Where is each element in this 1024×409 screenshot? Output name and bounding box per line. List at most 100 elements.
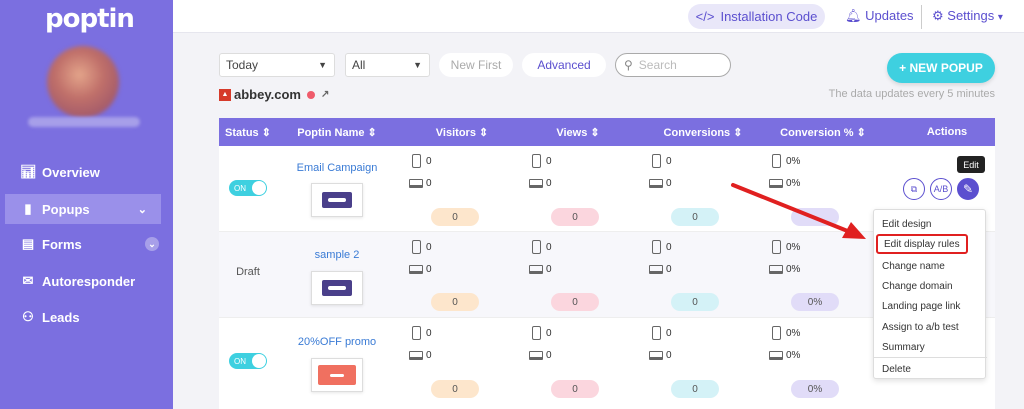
edit-dropdown-menu: Edit design Edit display rules Change na… — [873, 209, 987, 379]
conversions-desktop: 0 — [649, 178, 672, 189]
search-placeholder: Search — [638, 58, 677, 72]
search-icon: ⚲ — [624, 58, 633, 72]
header-conversion-rate[interactable]: Conversion % ⇕ — [763, 126, 883, 139]
external-link-icon[interactable]: ↗ — [321, 89, 329, 100]
rate-mobile: 0% — [772, 326, 800, 340]
sidebar-item-label: Overview — [42, 164, 100, 180]
popup-icon: ▮ — [24, 201, 32, 216]
update-note: The data updates every 5 minutes — [828, 88, 995, 100]
type-filter-value: All — [352, 58, 366, 72]
menu-item-change-domain[interactable]: Change domain — [874, 276, 987, 296]
duplicate-button[interactable]: ⧉ — [903, 178, 925, 200]
edit-button[interactable]: ✎ — [957, 178, 979, 200]
conversions-mobile: 0 — [652, 326, 672, 340]
header-name[interactable]: Poptin Name ⇕ — [277, 126, 397, 139]
edit-tooltip: Edit — [957, 156, 985, 173]
conversions-mobile: 0 — [652, 154, 672, 168]
updates-button[interactable]: 🔔︎ Updates — [845, 8, 914, 24]
views-desktop: 0 — [529, 178, 552, 189]
mobile-icon — [532, 154, 541, 168]
settings-label: Settings — [947, 8, 995, 23]
installation-code-button[interactable]: </> Installation Code — [688, 4, 825, 29]
ab-test-button[interactable]: A/B — [930, 178, 952, 200]
menu-item-edit-design[interactable]: Edit design — [874, 214, 987, 234]
header-status[interactable]: Status ⇕ — [219, 126, 277, 139]
header-visitors[interactable]: Visitors ⇕ — [407, 126, 517, 139]
status-toggle[interactable]: ON — [229, 353, 267, 369]
views-total-badge: 0 — [551, 293, 599, 311]
desktop-icon — [529, 179, 543, 188]
chart-icon: 📊︎ — [20, 164, 37, 179]
settings-button[interactable]: ⚙ Settings ▾ — [932, 8, 1003, 24]
desktop-icon — [769, 179, 783, 188]
date-filter-select[interactable]: Today ▼ — [219, 53, 335, 77]
topbar: </> Installation Code 🔔︎ Updates ⚙ Setti… — [173, 0, 1024, 33]
chevron-down-icon: ▼ — [318, 60, 327, 70]
status-toggle[interactable]: ON — [229, 180, 267, 196]
installation-code-label: Installation Code — [720, 9, 818, 24]
visitors-desktop: 0 — [409, 350, 432, 361]
menu-item-edit-display-rules[interactable]: Edit display rules — [876, 234, 968, 254]
conversions-desktop: 0 — [649, 264, 672, 275]
new-popup-button[interactable]: + NEW POPUP — [887, 53, 995, 83]
views-mobile: 0 — [532, 154, 552, 168]
views-mobile: 0 — [532, 326, 552, 340]
sidebar-item-autoresponder[interactable]: ✉ Autoresponder — [0, 266, 173, 296]
rate-desktop: 0% — [769, 350, 800, 361]
rate-mobile: 0% — [772, 154, 800, 168]
new-first-button[interactable]: New First — [439, 53, 513, 77]
search-input[interactable]: ⚲ Search — [615, 53, 731, 77]
sidebar: poptin 📊︎ Overview ▮ Popups ⌄ ▤ Forms ⌄ … — [0, 0, 173, 409]
copy-icon: ⧉ — [910, 183, 918, 194]
popup-name-link[interactable]: sample 2 — [277, 249, 397, 261]
date-filter-value: Today — [226, 58, 259, 72]
header-actions: Actions — [926, 126, 968, 138]
sidebar-item-label: Autoresponder — [42, 273, 136, 289]
advanced-button[interactable]: Advanced — [522, 53, 606, 77]
visitors-total-badge: 0 — [431, 293, 479, 311]
menu-item-delete[interactable]: Delete — [874, 359, 987, 379]
form-icon: ▤ — [21, 236, 35, 251]
popup-thumbnail[interactable] — [311, 271, 363, 305]
visitors-total-badge: 0 — [431, 208, 479, 226]
rate-total-badge — [791, 208, 839, 226]
sidebar-item-overview[interactable]: 📊︎ Overview — [0, 157, 173, 187]
status-draft: Draft — [236, 266, 260, 278]
domain-selector[interactable]: ▲ abbey.com ↗ — [219, 87, 329, 102]
popup-thumbnail[interactable] — [311, 358, 363, 392]
visitors-mobile: 0 — [412, 240, 432, 254]
site-favicon-icon: ▲ — [219, 88, 231, 101]
header-conversions[interactable]: Conversions ⇕ — [643, 126, 763, 139]
chevron-down-icon[interactable]: ⌄ — [138, 203, 147, 216]
sidebar-item-leads[interactable]: ⚇ Leads — [0, 302, 173, 332]
table-header: Status ⇕ Poptin Name ⇕ Visitors ⇕ Views … — [219, 118, 995, 146]
poptin-logo[interactable]: poptin — [45, 4, 135, 34]
conversions-mobile: 0 — [652, 240, 672, 254]
header-views[interactable]: Views ⇕ — [523, 126, 633, 139]
sidebar-item-label: Leads — [42, 309, 80, 325]
mobile-icon — [412, 154, 421, 168]
rate-total-badge: 0% — [791, 380, 839, 398]
popup-name-link[interactable]: Email Campaign — [277, 162, 397, 174]
conversions-total-badge: 0 — [671, 380, 719, 398]
views-total-badge: 0 — [551, 380, 599, 398]
visitors-desktop: 0 — [409, 178, 432, 189]
popup-name-link[interactable]: 20%OFF promo — [277, 336, 397, 348]
sidebar-item-forms[interactable]: ▤ Forms ⌄ — [0, 229, 173, 259]
popup-thumbnail[interactable] — [311, 183, 363, 217]
sidebar-item-popups[interactable]: ▮ Popups ⌄ — [5, 194, 161, 224]
avatar[interactable] — [47, 46, 119, 118]
rate-mobile: 0% — [772, 240, 800, 254]
chevron-down-icon[interactable]: ⌄ — [145, 237, 159, 251]
updates-label: Updates — [865, 8, 914, 23]
menu-item-summary[interactable]: Summary — [874, 337, 987, 357]
menu-item-assign-ab-test[interactable]: Assign to a/b test — [874, 317, 987, 337]
menu-item-landing-page-link[interactable]: Landing page link — [874, 296, 987, 316]
domain-name: abbey.com — [234, 87, 301, 102]
conversions-total-badge: 0 — [671, 293, 719, 311]
views-desktop: 0 — [529, 264, 552, 275]
status-dot — [306, 90, 315, 99]
type-filter-select[interactable]: All ▼ — [345, 53, 430, 77]
visitors-mobile: 0 — [412, 154, 432, 168]
menu-item-change-name[interactable]: Change name — [874, 256, 987, 276]
